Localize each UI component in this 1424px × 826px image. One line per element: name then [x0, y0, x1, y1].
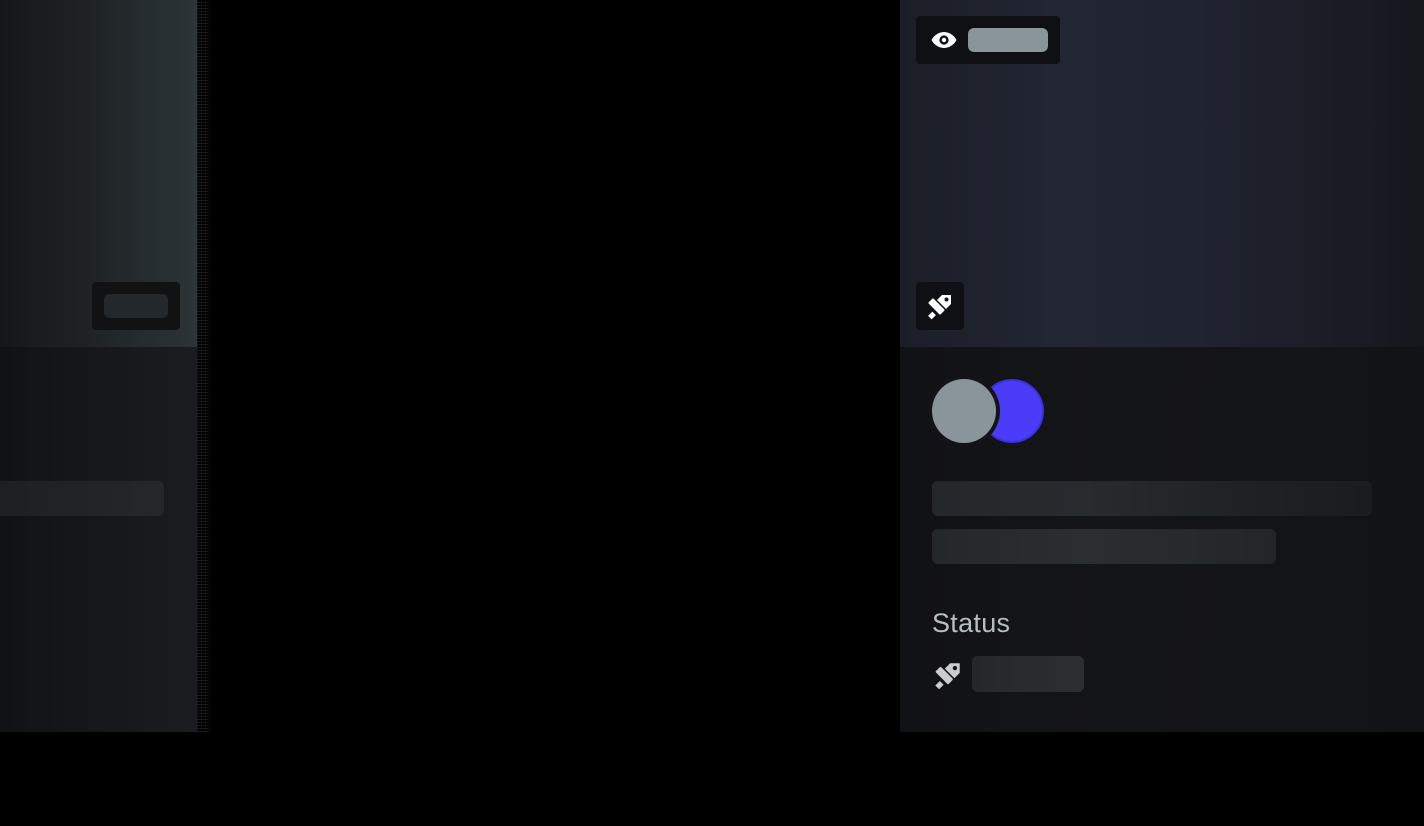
status-row	[932, 656, 1132, 692]
type-badge	[916, 282, 964, 330]
status-label: Status	[932, 608, 1011, 638]
pen-ruler-icon	[928, 295, 951, 320]
avatar	[932, 379, 996, 443]
card-badge-chip	[92, 282, 180, 330]
title-skeleton	[0, 481, 164, 516]
status-value-skeleton	[972, 656, 1084, 692]
badge-skeleton	[104, 294, 168, 318]
subtitle-skeleton	[932, 529, 1276, 564]
card-body	[0, 347, 197, 732]
pen-ruler-icon	[935, 663, 960, 690]
views-chip	[916, 16, 1060, 64]
avatar-group	[932, 378, 1052, 444]
card-edge	[197, 0, 209, 732]
eye-icon	[931, 32, 957, 48]
gallery-canvas: Status	[0, 0, 1424, 826]
title-skeleton	[932, 481, 1372, 516]
views-count-skeleton	[968, 28, 1048, 52]
project-card-left[interactable]	[0, 0, 197, 732]
project-card[interactable]: Status	[900, 0, 1424, 732]
